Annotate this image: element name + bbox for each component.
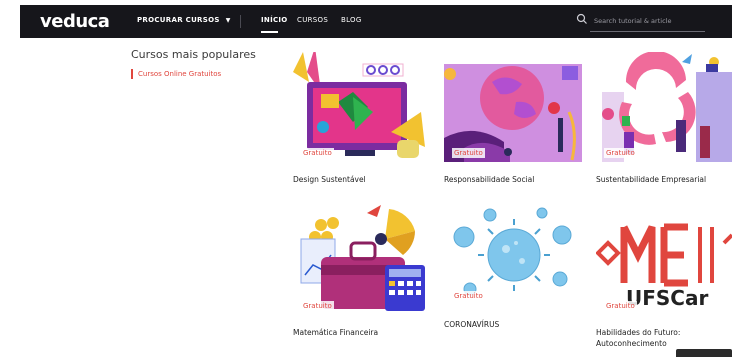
course-illustration [444,205,582,305]
course-thumbnail[interactable]: Gratuito [293,205,431,315]
course-card-coronavirus[interactable]: Gratuito CORONAVÍRUS [444,205,582,330]
nav-divider [240,15,241,28]
course-illustration [293,205,431,315]
sidebar-filter-free-courses[interactable]: Cursos Online Gratuitos [131,69,221,79]
search-input[interactable] [594,14,704,28]
nav-link-blog[interactable]: BLOG [341,16,362,24]
course-title[interactable]: Sustentabilidade Empresarial [596,174,732,185]
course-card-habilidades-do-futuro[interactable]: UFSCar Gratuito Habilidades do Futuro: A… [596,205,732,349]
course-illustration [293,52,431,162]
browse-courses-dropdown[interactable]: PROCURAR CURSOS ▼ [137,16,231,24]
sidebar-title: Cursos mais populares [131,48,256,61]
veduca-logo[interactable]: veduca [40,11,110,32]
course-card-sustentabilidade-empresarial[interactable]: Gratuito Sustentabilidade Empresarial [596,52,732,185]
course-card-responsabilidade-social[interactable]: Gratuito Responsabilidade Social [444,52,582,185]
course-thumbnail[interactable]: Gratuito [596,52,732,162]
search-icon[interactable] [576,13,588,25]
course-illustration [444,52,582,162]
search-underline [590,31,705,32]
course-thumbnail[interactable]: Gratuito [444,205,582,305]
free-badge: Gratuito [604,301,637,311]
course-thumbnail[interactable]: UFSCar Gratuito [596,205,732,315]
course-title[interactable]: Responsabilidade Social [444,174,582,185]
course-illustration [596,52,732,162]
course-title[interactable]: Design Sustentável [293,174,431,185]
course-thumbnail[interactable]: Gratuito [444,52,582,162]
course-title[interactable]: Matemática Financeira [293,327,431,338]
browse-courses-label: PROCURAR CURSOS [137,16,220,24]
free-badge: Gratuito [301,301,334,311]
nav-link-inicio[interactable]: INÍCIO [261,16,288,24]
course-illustration: UFSCar [596,205,732,315]
free-badge: Gratuito [452,291,485,301]
floating-widget-edge[interactable] [676,349,732,357]
course-card-matematica-financeira[interactable]: Gratuito Matemática Financeira [293,205,431,338]
free-badge: Gratuito [452,148,485,158]
top-navbar: veduca PROCURAR CURSOS ▼ INÍCIO CURSOS BL… [20,5,732,38]
course-title[interactable]: Habilidades do Futuro: Autoconhecimento [596,327,732,349]
course-card-design-sustentavel[interactable]: Gratuito Design Sustentável [293,52,431,185]
course-thumbnail[interactable]: Gratuito [293,52,431,162]
nav-link-cursos[interactable]: CURSOS [297,16,328,24]
free-badge: Gratuito [604,148,637,158]
ufscar-logo-text: UFSCar [626,286,708,310]
active-nav-underline [261,31,278,33]
free-badge: Gratuito [301,148,334,158]
course-title[interactable]: CORONAVÍRUS [444,319,582,330]
caret-down-icon: ▼ [225,17,231,24]
